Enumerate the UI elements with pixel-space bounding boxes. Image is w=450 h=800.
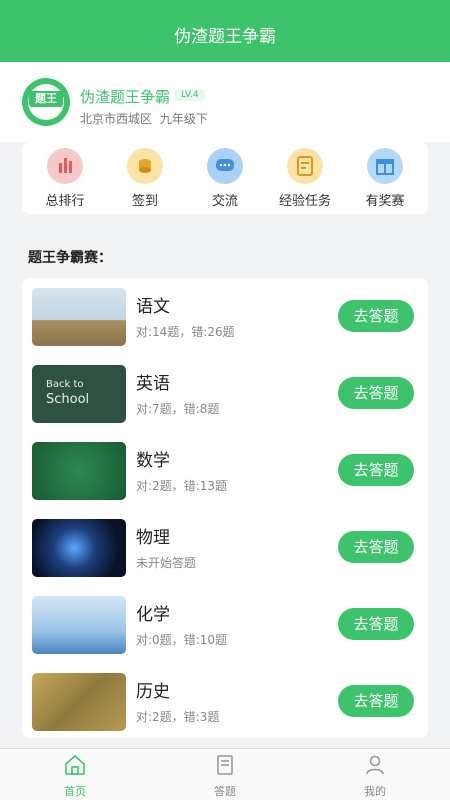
avatar-label: 题王 bbox=[29, 91, 63, 107]
level-badge: LV.4 bbox=[175, 89, 205, 101]
subject-stats: 对:14题，错:26题 bbox=[136, 325, 235, 339]
subject-thumbnail bbox=[32, 673, 126, 731]
answer-button[interactable]: 去答题 bbox=[338, 685, 414, 717]
profile-card[interactable]: 题王 伪渣题王争霸 LV.4 北京市西城区 九年级下 bbox=[0, 62, 450, 142]
location-text: 北京市西城区 bbox=[80, 112, 153, 126]
header-bar: 伪渣题王争霸 bbox=[0, 0, 450, 62]
subject-row-physics[interactable]: 物理 未开始答题 去答题 bbox=[32, 519, 418, 579]
menu-item-ranking[interactable]: 总排行 bbox=[25, 148, 105, 209]
subject-stats: 对:2题，错:3题 bbox=[136, 710, 220, 724]
subject-name: 化学 bbox=[136, 605, 170, 625]
avatar[interactable]: 题王 bbox=[22, 78, 70, 126]
chat-icon bbox=[207, 148, 243, 184]
grade-text: 九年级下 bbox=[159, 112, 208, 126]
subject-row-history[interactable]: 历史 对:2题，错:3题 去答题 bbox=[32, 673, 418, 733]
home-icon bbox=[65, 754, 85, 775]
subject-name: 英语 bbox=[136, 374, 170, 394]
subject-thumbnail bbox=[32, 519, 126, 577]
subject-thumbnail: Back to School bbox=[32, 365, 126, 423]
answer-icon bbox=[217, 755, 233, 775]
menu-item-contest[interactable]: 有奖赛 bbox=[345, 148, 425, 209]
answer-button[interactable]: 去答题 bbox=[338, 531, 414, 563]
subject-row-chinese[interactable]: 语文 对:14题，错:26题 去答题 bbox=[32, 288, 418, 348]
task-icon bbox=[287, 148, 323, 184]
menu-item-chat[interactable]: 交流 bbox=[185, 148, 265, 209]
coin-icon bbox=[127, 148, 163, 184]
answer-button[interactable]: 去答题 bbox=[338, 454, 414, 486]
menu-item-tasks[interactable]: 经验任务 bbox=[265, 148, 345, 209]
subject-thumbnail bbox=[32, 288, 126, 346]
answer-button[interactable]: 去答题 bbox=[338, 300, 414, 332]
bottom-tab-bar: 首页 答题 我的 bbox=[0, 748, 450, 800]
profile-location: 北京市西城区 九年级下 bbox=[80, 110, 208, 127]
menu-item-checkin[interactable]: 签到 bbox=[105, 148, 185, 209]
answer-button[interactable]: 去答题 bbox=[338, 377, 414, 409]
subject-list: 语文 对:14题，错:26题 去答题 Back to School 英语 对:7… bbox=[22, 278, 428, 738]
user-icon bbox=[366, 755, 384, 775]
subject-row-chemistry[interactable]: 化学 对:0题，错:10题 去答题 bbox=[32, 596, 418, 656]
subject-row-english[interactable]: Back to School 英语 对:7题，错:8题 去答题 bbox=[32, 365, 418, 425]
subject-name: 语文 bbox=[136, 297, 170, 317]
subject-stats: 对:0题，错:10题 bbox=[136, 633, 227, 647]
page-title: 伪渣题王争霸 bbox=[174, 27, 276, 47]
subject-thumbnail bbox=[32, 596, 126, 654]
subject-stats: 对:2题，错:13题 bbox=[136, 479, 227, 493]
tab-mine[interactable]: 我的 bbox=[335, 753, 415, 799]
section-title: 题王争霸赛： bbox=[28, 250, 112, 266]
subject-row-math[interactable]: 数学 对:2题，错:13题 去答题 bbox=[32, 442, 418, 502]
tab-answer[interactable]: 答题 bbox=[185, 753, 265, 799]
subject-stats: 未开始答题 bbox=[136, 556, 197, 570]
gift-icon bbox=[367, 148, 403, 184]
subject-stats: 对:7题，错:8题 bbox=[136, 402, 220, 416]
tab-home[interactable]: 首页 bbox=[35, 753, 115, 799]
subject-name: 历史 bbox=[136, 682, 170, 702]
quick-menu: 总排行 签到 交流 经验任务 有奖赛 bbox=[22, 142, 428, 214]
bar-chart-icon bbox=[47, 148, 83, 184]
answer-button[interactable]: 去答题 bbox=[338, 608, 414, 640]
subject-thumbnail bbox=[32, 442, 126, 500]
subject-name: 数学 bbox=[136, 451, 170, 471]
subject-name: 物理 bbox=[136, 528, 170, 548]
profile-name: 伪渣题王争霸 bbox=[80, 88, 171, 106]
